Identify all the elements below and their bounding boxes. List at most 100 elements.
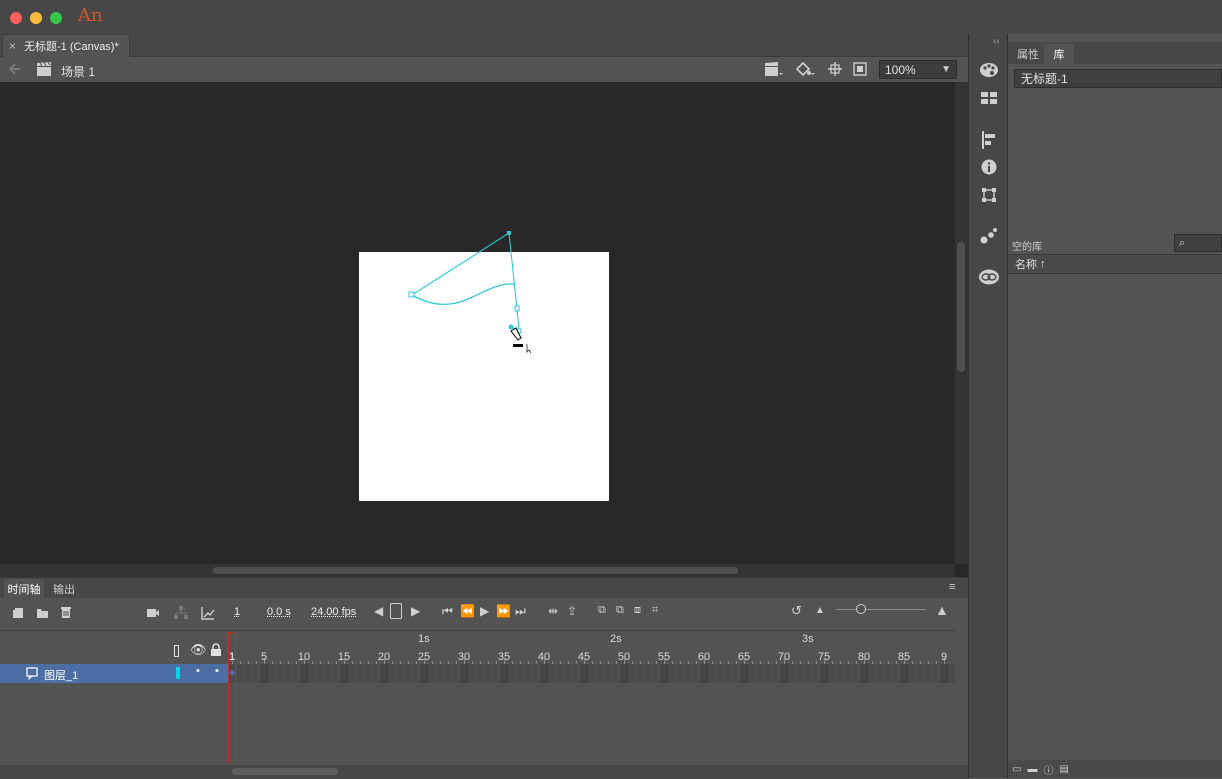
frame-cell[interactable]	[884, 664, 892, 683]
frame-cell[interactable]	[412, 664, 420, 683]
frame-cell[interactable]	[900, 664, 908, 683]
frame-cell[interactable]	[644, 664, 652, 683]
frame-cell[interactable]	[444, 664, 452, 683]
frame-cell[interactable]	[292, 664, 300, 683]
frame-cell[interactable]	[236, 664, 244, 683]
current-frame-field[interactable]: 1	[234, 606, 240, 618]
stage-horizontal-scrollbar[interactable]	[0, 564, 955, 577]
frame-cell[interactable]	[916, 664, 924, 683]
frame-cell[interactable]	[612, 664, 620, 683]
frame-cell[interactable]	[580, 664, 588, 683]
new-folder-icon[interactable]: ▬	[1027, 764, 1037, 775]
delete-icon[interactable]: ▤	[1059, 764, 1068, 775]
graph-editor-icon[interactable]	[201, 606, 215, 620]
frame-cell[interactable]	[252, 664, 260, 683]
frame-cell[interactable]	[812, 664, 820, 683]
document-tab[interactable]: × 无标题-1 (Canvas)*	[2, 34, 130, 57]
frame-cell[interactable]	[588, 664, 596, 683]
frame-cell[interactable]	[908, 664, 916, 683]
frame-cell[interactable]	[716, 664, 724, 683]
camera-icon[interactable]	[146, 607, 160, 619]
maximize-window-button[interactable]	[50, 12, 62, 24]
frame-zoom-slider-thumb[interactable]	[856, 604, 866, 614]
frame-cell[interactable]	[524, 664, 532, 683]
frame-cell[interactable]	[332, 664, 340, 683]
frame-cell[interactable]	[300, 664, 308, 683]
frame-cell[interactable]	[484, 664, 492, 683]
frame-cell[interactable]	[372, 664, 380, 683]
frame-cell[interactable]	[428, 664, 436, 683]
swatches-icon[interactable]	[980, 91, 998, 105]
tab-library[interactable]: 库	[1044, 44, 1074, 64]
vector-path-drawing[interactable]	[0, 82, 955, 564]
paint-bucket-icon[interactable]	[794, 61, 816, 77]
modify-markers-icon[interactable]: ⧈	[634, 604, 641, 617]
stage-vertical-scrollbar[interactable]	[955, 82, 968, 564]
frame-cell[interactable]	[604, 664, 612, 683]
edit-multiple-frames-icon[interactable]: ⧉	[616, 604, 624, 617]
frame-cell[interactable]	[868, 664, 876, 683]
horizontal-scroll-thumb[interactable]	[213, 567, 738, 574]
frame-cell[interactable]	[364, 664, 372, 683]
layer-row[interactable]: 图层_1 • •	[0, 664, 228, 683]
frame-cell[interactable]	[324, 664, 332, 683]
library-name-column-header[interactable]: 名称 ↑	[1008, 254, 1222, 274]
collapse-panels-icon[interactable]: ‹‹	[993, 36, 1000, 47]
vertical-scroll-thumb[interactable]	[957, 242, 965, 372]
frame-cell[interactable]	[404, 664, 412, 683]
frame-cell[interactable]	[388, 664, 396, 683]
frame-cell[interactable]	[692, 664, 700, 683]
frame-cell[interactable]	[244, 664, 252, 683]
frame-cell[interactable]	[556, 664, 564, 683]
frame-cell[interactable]	[660, 664, 668, 683]
info-icon[interactable]	[981, 159, 997, 175]
minimize-window-button[interactable]	[30, 12, 42, 24]
frame-cell[interactable]	[892, 664, 900, 683]
new-layer-icon[interactable]	[12, 607, 24, 619]
library-search-field[interactable]: ⌕	[1174, 234, 1222, 252]
library-document-select[interactable]: 无标题-1	[1014, 69, 1222, 88]
frame-cell[interactable]	[684, 664, 692, 683]
frame-cell[interactable]	[316, 664, 324, 683]
next-keyframe-icon[interactable]: ▶	[411, 604, 420, 618]
zoom-in-frames-icon[interactable]: ▲	[935, 602, 949, 618]
frame-cell[interactable]	[532, 664, 540, 683]
back-arrow-icon[interactable]	[8, 62, 22, 76]
close-window-button[interactable]	[10, 12, 22, 24]
delete-layer-icon[interactable]	[60, 606, 72, 619]
frame-cell[interactable]	[836, 664, 844, 683]
add-keyframe-icon[interactable]	[390, 603, 402, 619]
frame-cell[interactable]	[924, 664, 932, 683]
frame-cell[interactable]	[284, 664, 292, 683]
motion-presets-icon[interactable]	[980, 227, 998, 245]
frame-cell[interactable]	[508, 664, 516, 683]
frame-cell[interactable]	[492, 664, 500, 683]
layer-visibility-dot[interactable]: •	[196, 665, 200, 677]
go-to-first-frame-icon[interactable]: ⏮	[442, 604, 453, 619]
align-icon[interactable]	[981, 131, 997, 149]
frame-cell[interactable]	[756, 664, 764, 683]
tab-output[interactable]: 输出	[50, 579, 78, 598]
crosshair-icon[interactable]	[827, 61, 843, 77]
lock-icon[interactable]	[210, 643, 222, 657]
frame-cell[interactable]	[420, 664, 428, 683]
eye-icon[interactable]: 👁	[190, 642, 207, 658]
color-palette-icon[interactable]	[979, 62, 999, 78]
transform-icon[interactable]	[981, 187, 997, 203]
layer-color-indicator[interactable]	[176, 667, 180, 679]
frame-cell[interactable]	[700, 664, 708, 683]
frame-cell[interactable]	[564, 664, 572, 683]
new-symbol-icon[interactable]: ▭	[1012, 764, 1021, 775]
frame-cell[interactable]	[452, 664, 460, 683]
frame-rate-field[interactable]: 24.00 fps	[311, 606, 356, 618]
frame-cell[interactable]	[268, 664, 276, 683]
frame-cell[interactable]	[468, 664, 476, 683]
frame-cell[interactable]	[788, 664, 796, 683]
go-to-last-frame-icon[interactable]: ⏭	[515, 604, 526, 619]
frame-cell[interactable]	[772, 664, 780, 683]
frame-cell[interactable]	[276, 664, 284, 683]
stage-pasteboard[interactable]	[0, 82, 968, 577]
new-folder-icon[interactable]	[36, 607, 49, 619]
previous-keyframe-icon[interactable]: ◀	[374, 604, 383, 618]
frame-cell[interactable]	[652, 664, 660, 683]
